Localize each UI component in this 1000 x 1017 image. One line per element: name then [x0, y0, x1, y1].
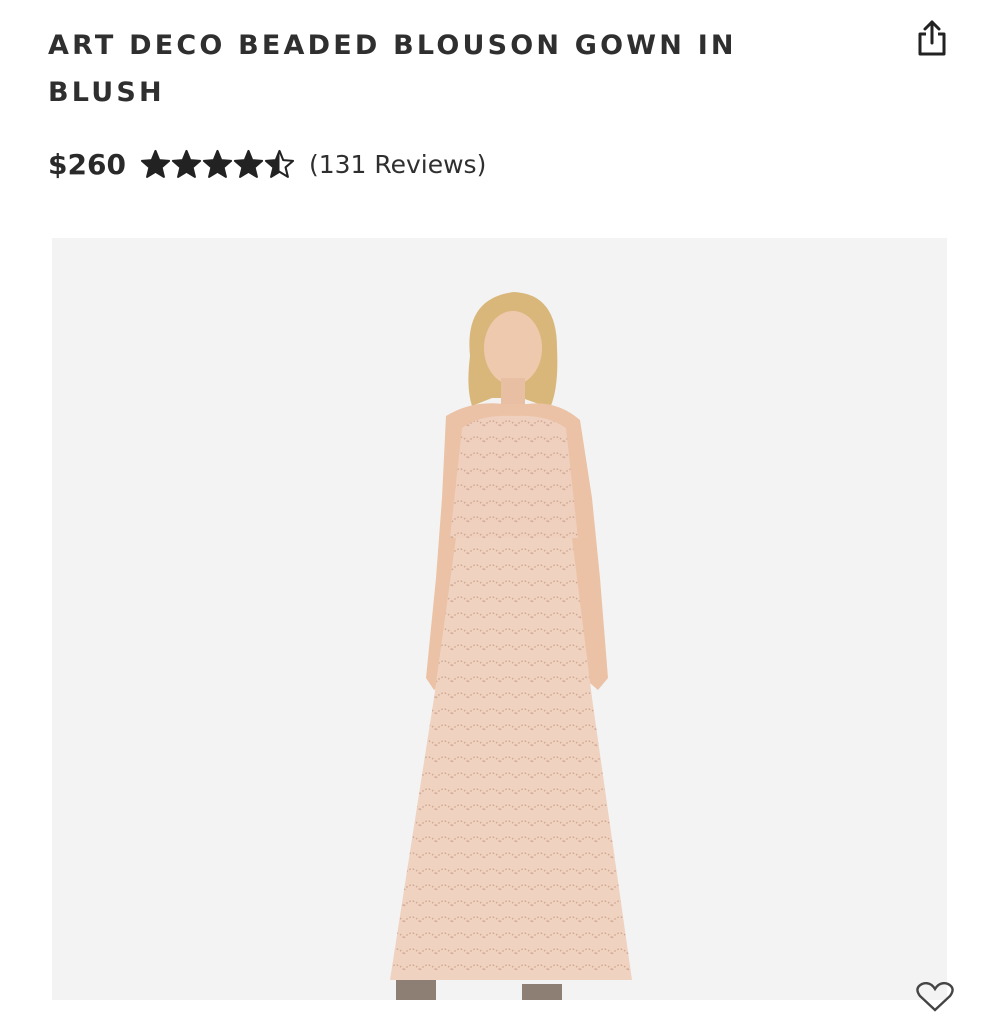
product-image[interactable]	[52, 238, 947, 1000]
reviews-link[interactable]: (131 Reviews)	[309, 150, 486, 179]
product-title: ART DECO BEADED BLOUSON GOWN IN BLUSH	[48, 30, 737, 108]
share-icon	[918, 20, 946, 56]
favorite-button[interactable]	[912, 981, 958, 1012]
rating-stars[interactable]	[140, 149, 295, 180]
share-button[interactable]	[910, 14, 954, 62]
star-icon	[171, 149, 202, 178]
model-photo	[390, 292, 632, 1000]
product-price: $260	[48, 147, 126, 181]
star-icon	[202, 149, 233, 178]
heart-icon	[916, 981, 954, 1012]
star-icon	[233, 149, 264, 178]
price-rating-row: $260 (131 Reviews)	[48, 140, 486, 188]
star-icon	[140, 149, 171, 178]
star-icon	[264, 149, 295, 178]
